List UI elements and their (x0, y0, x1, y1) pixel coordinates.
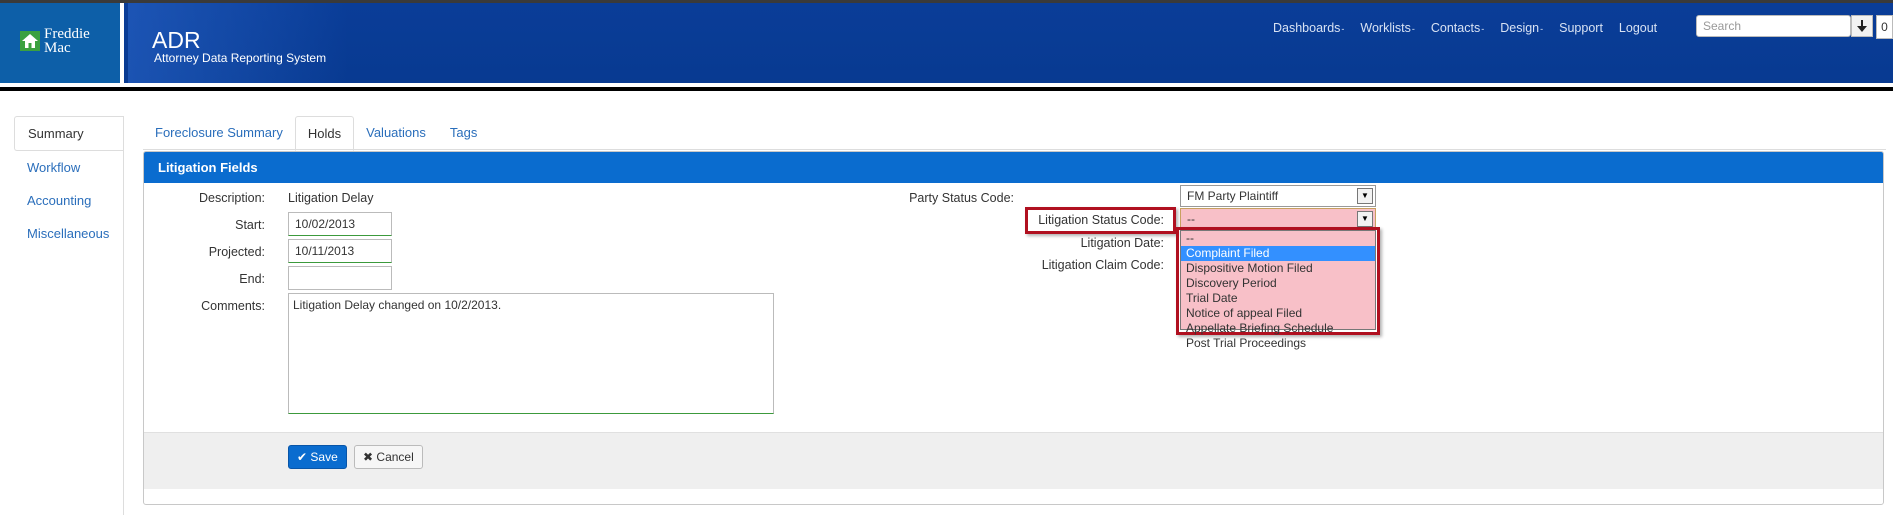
dropdown-option[interactable]: Notice of appeal Filed (1181, 306, 1375, 321)
description-label: Description: (199, 191, 265, 205)
sidebar-item-workflow[interactable]: Workflow (14, 151, 124, 184)
notification-count[interactable]: 0 (1876, 15, 1893, 39)
start-date-input[interactable] (288, 212, 392, 236)
panel-title: Litigation Fields (144, 152, 1883, 183)
nav-label: Design (1500, 21, 1540, 35)
comments-label: Comments: (201, 299, 265, 313)
tab-valuations[interactable]: Valuations (354, 116, 438, 149)
nav-contacts[interactable]: Contacts- (1423, 17, 1492, 39)
check-icon: ✔ (297, 450, 308, 464)
header-divider-black (0, 87, 1893, 91)
projected-date-input[interactable] (288, 239, 392, 263)
nav-label: Dashboards (1273, 21, 1341, 35)
projected-label: Projected: (208, 245, 265, 259)
litigation-status-value: -- (1187, 212, 1195, 226)
dropdown-option[interactable]: Trial Date (1181, 291, 1375, 306)
dropdown-option[interactable]: Dispositive Motion Filed (1181, 261, 1375, 276)
nav-dashboards[interactable]: Dashboards- (1265, 17, 1352, 39)
form-footer: ✔ Save ✖ Cancel (144, 432, 1883, 489)
litigation-status-label: Litigation Status Code: (1038, 213, 1164, 227)
app-title: ADR (152, 27, 201, 53)
sidebar-item-accounting[interactable]: Accounting (14, 184, 124, 217)
litigation-date-label: Litigation Date: (1080, 236, 1164, 250)
chevron-down-icon[interactable]: ▼ (1357, 211, 1373, 227)
dropdown-option[interactable]: Post Trial Proceedings (1181, 336, 1375, 351)
party-status-select[interactable]: FM Party Plaintiff ▼ (1180, 185, 1376, 207)
nav-support[interactable]: Support (1551, 17, 1611, 39)
cancel-button[interactable]: ✖ Cancel (354, 445, 423, 469)
caret-icon: - (1411, 24, 1415, 34)
logo-line-2: Mac (44, 40, 71, 56)
content-tabs: Foreclosure Summary Holds Valuations Tag… (143, 116, 489, 151)
search-submit-button[interactable] (1851, 15, 1873, 37)
caret-icon: - (1540, 24, 1544, 34)
caret-icon: - (1481, 24, 1485, 34)
app-header: Freddie Mac ADR Attorney Data Reporting … (0, 3, 1893, 83)
comments-textarea[interactable]: Litigation Delay changed on 10/2/2013. (288, 293, 774, 414)
arrow-down-icon (1857, 20, 1867, 32)
dropdown-option[interactable]: Complaint Filed (1181, 246, 1375, 261)
nav-label: Worklists (1360, 21, 1411, 35)
litigation-fields-panel: Litigation Fields Description: Litigatio… (143, 151, 1884, 505)
save-button-label: Save (310, 450, 338, 464)
dropdown-option[interactable]: -- (1181, 231, 1375, 246)
sidebar-divider (123, 116, 124, 515)
chevron-down-icon[interactable]: ▼ (1357, 188, 1373, 204)
party-status-value: FM Party Plaintiff (1187, 189, 1279, 203)
left-sidebar: Summary Workflow Accounting Miscellaneou… (14, 116, 124, 250)
app-subtitle: Attorney Data Reporting System (154, 51, 327, 65)
nav-worklists[interactable]: Worklists- (1352, 17, 1422, 39)
caret-icon: - (1341, 24, 1345, 34)
dropdown-option[interactable]: Appellate Briefing Schedule (1181, 321, 1375, 336)
start-label: Start: (235, 218, 265, 232)
end-label: End: (239, 272, 265, 286)
nav-design[interactable]: Design- (1492, 17, 1551, 39)
logo-text: Freddie Mac (44, 26, 90, 56)
logo-line-1: Freddie (44, 26, 90, 42)
party-status-label: Party Status Code: (909, 191, 1014, 205)
dropdown-option[interactable]: Discovery Period (1181, 276, 1375, 291)
nav-label: Contacts (1430, 21, 1481, 35)
tab-holds[interactable]: Holds (294, 116, 355, 151)
sidebar-item-summary[interactable]: Summary (14, 116, 124, 151)
close-icon: ✖ (363, 450, 374, 464)
nav-label: Support (1559, 21, 1603, 35)
house-logo-icon (20, 31, 40, 51)
cancel-button-label: Cancel (376, 450, 414, 464)
tab-tags[interactable]: Tags (438, 116, 489, 149)
end-date-input[interactable] (288, 266, 392, 290)
sidebar-item-miscellaneous[interactable]: Miscellaneous (14, 217, 124, 250)
save-button[interactable]: ✔ Save (288, 445, 347, 469)
description-value: Litigation Delay (288, 191, 374, 205)
freddie-mac-logo[interactable]: Freddie Mac (0, 3, 124, 83)
litigation-claim-label: Litigation Claim Code: (1041, 258, 1164, 272)
search-input[interactable] (1696, 15, 1851, 37)
tab-foreclosure-summary[interactable]: Foreclosure Summary (143, 116, 295, 149)
top-nav: Dashboards- Worklists- Contacts- Design- Sup… (1265, 17, 1665, 39)
tabs-divider (143, 149, 1886, 150)
nav-logout[interactable]: Logout (1611, 17, 1665, 39)
nav-label: Logout (1618, 21, 1658, 35)
litigation-status-options: -- Complaint Filed Dispositive Motion File… (1180, 230, 1376, 350)
